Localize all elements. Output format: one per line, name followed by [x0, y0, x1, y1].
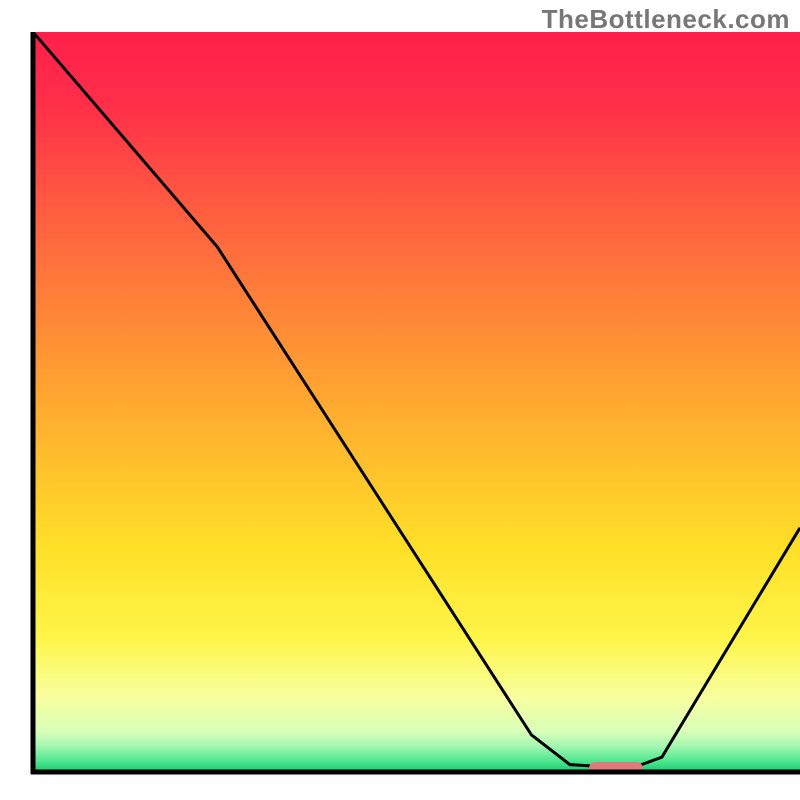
watermark-text: TheBottleneck.com [542, 4, 790, 35]
chart-container: TheBottleneck.com [0, 0, 800, 800]
plot-area-gradient [33, 32, 800, 772]
chart-svg [0, 0, 800, 800]
